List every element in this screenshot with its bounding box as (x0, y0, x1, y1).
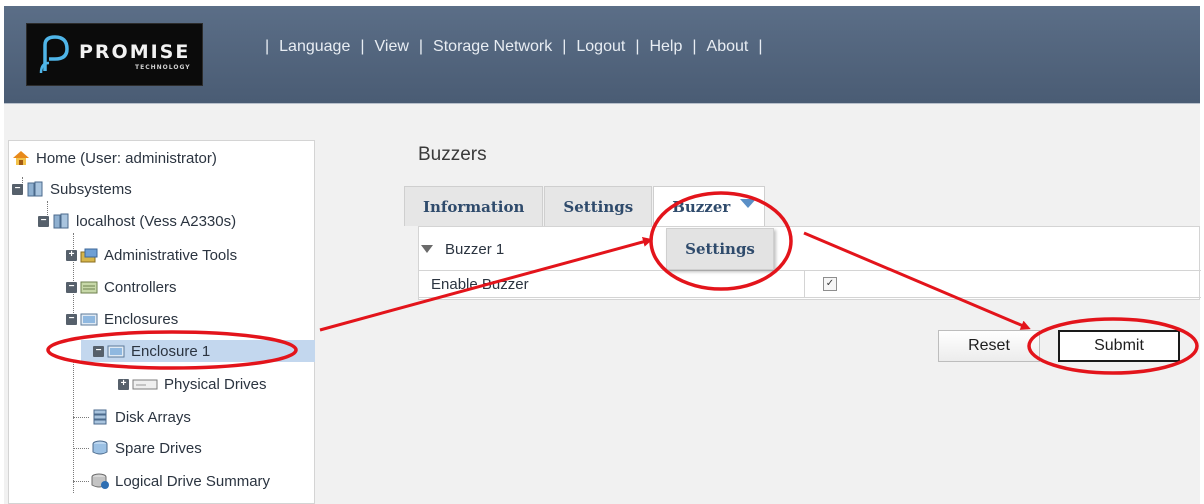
tree-item-localhost[interactable]: − localhost (Vess A2330s) (38, 210, 236, 232)
tree-item-enclosures[interactable]: − Enclosures (66, 308, 178, 330)
submit-button[interactable]: Submit (1058, 330, 1180, 362)
collapse-icon[interactable]: − (66, 281, 77, 293)
page-title: Buzzers (418, 144, 487, 165)
top-nav: | Language | View | Storage Network | Lo… (265, 38, 763, 56)
tree-navigation: Home (User: administrator) − Subsystems … (8, 140, 315, 504)
reset-button[interactable]: Reset (938, 330, 1040, 362)
server-icon (53, 213, 69, 229)
dropdown-settings-item[interactable]: Settings (666, 228, 774, 270)
tree-item-logical-summary[interactable]: Logical Drive Summary (91, 470, 270, 492)
controller-icon (80, 281, 98, 294)
tab-settings[interactable]: Settings (544, 186, 653, 226)
tools-icon (80, 248, 98, 263)
enable-buzzer-row: Enable Buzzer ✓ (419, 270, 1201, 298)
tree-item-physical-drives[interactable]: + Physical Drives (118, 373, 267, 395)
collapse-triangle-icon[interactable] (421, 245, 433, 253)
tree-item-home[interactable]: Home (User: administrator) (12, 147, 217, 169)
logical-drive-icon (91, 473, 109, 489)
spare-drive-icon (92, 440, 108, 455)
nav-logout[interactable]: Logout (576, 38, 625, 56)
collapse-icon[interactable]: − (38, 215, 49, 227)
collapse-icon[interactable]: − (12, 183, 23, 195)
expand-icon[interactable]: + (66, 249, 77, 261)
server-icon (27, 181, 43, 197)
buzzer-panel: Buzzer 1 Enable Buzzer ✓ (418, 226, 1201, 300)
enclosure-icon (107, 345, 125, 358)
nav-language[interactable]: Language (279, 38, 350, 56)
logo-text: PROMISE (79, 41, 191, 63)
section-header[interactable]: Buzzer 1 (419, 235, 504, 263)
chevron-down-icon[interactable] (740, 199, 757, 208)
tab-information[interactable]: Information (404, 186, 544, 226)
app-header: PROMISE TECHNOLOGY | Language | View | S… (4, 6, 1200, 103)
collapse-icon[interactable]: − (66, 313, 77, 325)
enable-buzzer-checkbox[interactable]: ✓ (823, 277, 837, 291)
tree-item-admin-tools[interactable]: + Administrative Tools (66, 244, 237, 266)
promise-logo-icon (39, 35, 69, 74)
section-title: Buzzer 1 (445, 240, 505, 258)
nav-view[interactable]: View (375, 38, 409, 56)
tree-item-subsystems[interactable]: − Subsystems (12, 178, 132, 200)
tree-item-enclosure-1[interactable]: − Enclosure 1 (81, 340, 315, 362)
expand-icon[interactable]: + (118, 378, 129, 390)
tab-buzzer[interactable]: Buzzer (653, 186, 766, 226)
nav-help[interactable]: Help (649, 38, 682, 56)
home-icon (13, 151, 29, 165)
enable-buzzer-label: Enable Buzzer (419, 271, 805, 297)
tab-bar: Information Settings Buzzer (404, 186, 766, 226)
disk-array-icon (93, 409, 107, 425)
tree-item-controllers[interactable]: − Controllers (66, 276, 177, 298)
enclosure-icon (80, 313, 98, 326)
tree-item-spare-drives[interactable]: Spare Drives (91, 437, 202, 459)
nav-about[interactable]: About (707, 38, 749, 56)
nav-storage-network[interactable]: Storage Network (433, 38, 552, 56)
logo-subtext: TECHNOLOGY (135, 64, 191, 71)
collapse-icon[interactable]: − (93, 345, 104, 357)
promise-logo: PROMISE TECHNOLOGY (26, 23, 203, 86)
tree-item-disk-arrays[interactable]: Disk Arrays (91, 406, 191, 428)
drive-icon (132, 379, 158, 390)
